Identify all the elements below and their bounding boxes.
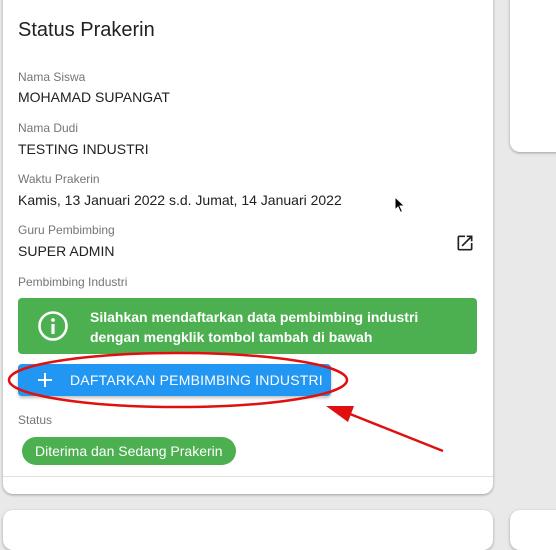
guru-pembimbing-label: Guru Pembimbing [18,223,115,237]
nama-siswa-value: MOHAMAD SUPANGAT [18,89,170,105]
nama-dudi-label: Nama Dudi [18,121,79,135]
open-in-new-icon[interactable] [455,233,475,253]
info-icon [38,311,68,341]
next-card [3,510,493,550]
nama-dudi-value: TESTING INDUSTRI [18,141,149,157]
info-alert: Silahkan mendaftarkan data pembimbing in… [18,298,477,354]
waktu-prakerin-value: Kamis, 13 Januari 2022 s.d. Jumat, 14 Ja… [18,192,342,208]
button-label: DAFTARKAN PEMBIMBING INDUSTRI [70,372,323,388]
mouse-cursor-icon [394,196,406,214]
pembimbing-industri-label: Pembimbing Industri [18,275,128,289]
card-divider [3,476,493,477]
next-side-card [510,510,556,550]
card-title: Status Prakerin [18,19,155,41]
side-card [510,0,556,152]
status-label: Status [18,413,53,427]
alert-line-2: dengan mengklik tombol tambah di bawah [90,329,373,345]
guru-pembimbing-value: SUPER ADMIN [18,243,115,259]
alert-line-1: Silahkan mendaftarkan data pembimbing in… [90,309,419,325]
daftarkan-pembimbing-industri-button[interactable]: DAFTARKAN PEMBIMBING INDUSTRI [18,364,331,396]
status-chip: Diterima dan Sedang Prakerin [22,437,236,465]
nama-siswa-label: Nama Siswa [18,70,86,84]
alert-message: Silahkan mendaftarkan data pembimbing in… [90,307,460,347]
plus-icon [38,373,52,387]
waktu-prakerin-label: Waktu Prakerin [18,172,100,186]
